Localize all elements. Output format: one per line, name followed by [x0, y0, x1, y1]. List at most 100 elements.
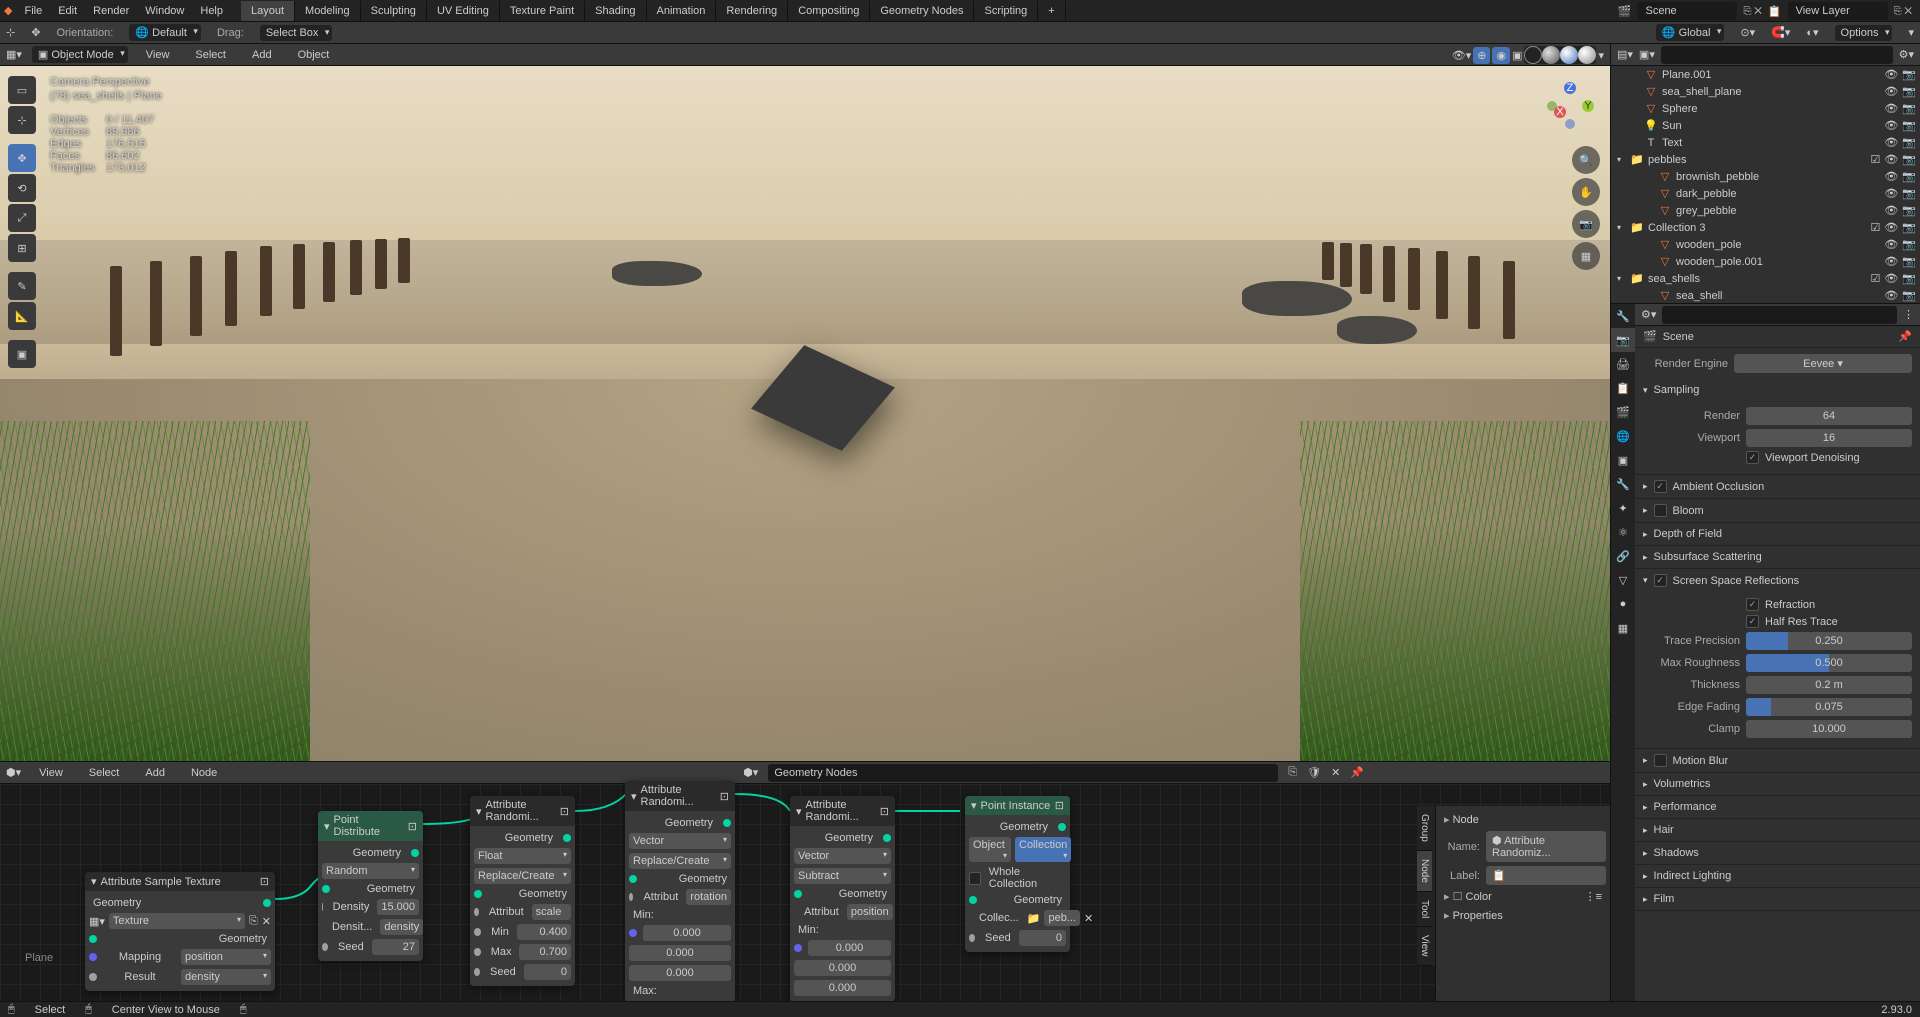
transform-orientation[interactable]: 🌐 Global	[1656, 24, 1725, 41]
tool-transform[interactable]: ⊞	[8, 234, 36, 262]
seed-value[interactable]: 27	[372, 939, 419, 955]
panel-film[interactable]: Film	[1635, 888, 1920, 910]
rnd2-v1[interactable]: 0.000	[643, 925, 731, 941]
viewport-samples[interactable]: 16	[1746, 429, 1912, 447]
shading-matprev-icon[interactable]	[1560, 46, 1578, 64]
ntab-tool[interactable]: Tool	[1417, 892, 1432, 927]
pin-icon[interactable]: 📌	[1898, 330, 1912, 343]
rnd1-type[interactable]: Float	[474, 848, 571, 864]
node-canvas[interactable]: Plane ▾Attribute Sample Texture⊡ Geometr…	[0, 784, 1610, 1001]
node-props-panel[interactable]: ▸ Properties	[1440, 906, 1606, 925]
tool-select-box[interactable]: ▭	[8, 76, 36, 104]
panel-dof[interactable]: Depth of Field	[1635, 523, 1920, 545]
visibility-toggle[interactable]: 👁	[1884, 136, 1898, 149]
ne-menu-view[interactable]: View	[31, 764, 71, 782]
rnd3-attr[interactable]: position	[847, 904, 893, 920]
node-name-field[interactable]: ⬢ Attribute Randomiz...	[1486, 831, 1606, 862]
outliner-search[interactable]	[1661, 46, 1893, 64]
scene-btns[interactable]: ⎘ ✕	[1743, 6, 1761, 17]
ptab-particle[interactable]: ✦	[1611, 496, 1635, 520]
node-attr-randomize-2[interactable]: ▾Attribute Randomi...⊡ Geometry Vector R…	[625, 781, 735, 1001]
rnd2-op[interactable]: Replace/Create	[629, 853, 731, 869]
shading-solid-icon[interactable]	[1542, 46, 1560, 64]
ptab-object[interactable]: ▣	[1611, 448, 1635, 472]
visibility-toggle[interactable]: 👁	[1884, 204, 1898, 217]
menu-help[interactable]: Help	[192, 2, 231, 20]
ptab-render[interactable]: 📷	[1611, 328, 1635, 352]
result-value[interactable]: density	[181, 969, 271, 985]
inst-collection[interactable]: Collection	[1015, 837, 1071, 862]
rnd2-v3[interactable]: 0.000	[629, 965, 731, 981]
node-attr-randomize-3[interactable]: ▾Attribute Randomi...⊡ Geometry Vector S…	[790, 796, 895, 1001]
visibility-toggle[interactable]: 📷	[1902, 119, 1916, 132]
outliner-item[interactable]: ▽wooden_pole.001👁📷	[1611, 253, 1920, 270]
outliner-item[interactable]: ▾📁sea_shells☑👁📷	[1611, 270, 1920, 287]
refraction-check[interactable]	[1746, 598, 1759, 611]
tool-measure[interactable]: 📐	[8, 302, 36, 330]
select-visible-icon[interactable]: 👁▾	[1452, 49, 1472, 62]
clamp-value[interactable]: 10.000	[1746, 720, 1912, 738]
tab-geometry-nodes[interactable]: Geometry Nodes	[870, 1, 974, 21]
vp-menu-add[interactable]: Add	[244, 46, 280, 64]
dup-icon[interactable]: ⎘	[249, 915, 258, 928]
visibility-toggle[interactable]: 👁	[1884, 255, 1898, 268]
visibility-toggle[interactable]: ☑	[1870, 221, 1880, 234]
rnd2-v2[interactable]: 0.000	[629, 945, 731, 961]
texture-dropdown[interactable]: Texture	[109, 913, 245, 929]
tab-uv-editing[interactable]: UV Editing	[427, 1, 500, 21]
ao-check[interactable]	[1654, 480, 1667, 493]
ne-menu-add[interactable]: Add	[137, 764, 173, 782]
rnd1-attr[interactable]: scale	[532, 904, 571, 920]
panel-shadows[interactable]: Shadows	[1635, 842, 1920, 864]
visibility-toggle[interactable]: 📷	[1902, 255, 1916, 268]
ptab-material[interactable]: ●	[1611, 592, 1635, 616]
outliner-item[interactable]: ▽Sphere👁📷	[1611, 100, 1920, 117]
outliner-item[interactable]: ▽brownish_pebble👁📷	[1611, 168, 1920, 185]
rnd1-min[interactable]: 0.400	[517, 924, 571, 940]
outliner-item[interactable]: ▽dark_pebble👁📷	[1611, 185, 1920, 202]
ptab-world[interactable]: 🌐	[1611, 424, 1635, 448]
ntab-group[interactable]: Group	[1417, 806, 1432, 851]
options-btn[interactable]: ▾	[1908, 26, 1914, 39]
ptab-physics[interactable]: ⚛	[1611, 520, 1635, 544]
dist-mode[interactable]: Random	[322, 863, 419, 879]
outliner-mode-icon[interactable]: ▣▾	[1639, 48, 1655, 61]
outliner-item[interactable]: ▾📁Collection 3☑👁📷	[1611, 219, 1920, 236]
visibility-toggle[interactable]: 👁	[1884, 272, 1898, 285]
ptab-output[interactable]: 🖨	[1611, 352, 1635, 376]
prop-options-icon[interactable]: ⋮	[1903, 308, 1914, 321]
tool-add-cube[interactable]: ▣	[8, 340, 36, 368]
rnd3-v3[interactable]: 0.000	[794, 980, 891, 996]
rnd1-seed[interactable]: 0	[524, 964, 571, 980]
ne-menu-select[interactable]: Select	[81, 764, 128, 782]
visibility-toggle[interactable]: 📷	[1902, 102, 1916, 115]
unlink-icon[interactable]: ✕	[262, 915, 271, 928]
tool-cursor[interactable]: ⊹	[8, 106, 36, 134]
node-attribute-sample-texture[interactable]: ▾Attribute Sample Texture⊡ Geometry ▦▾Te…	[85, 872, 275, 991]
outliner-item[interactable]: TText👁📷	[1611, 134, 1920, 151]
node-label-field[interactable]: 📋	[1486, 866, 1606, 885]
tool-scale[interactable]: ⤢	[8, 204, 36, 232]
ptab-modifier[interactable]: 🔧	[1611, 472, 1635, 496]
visibility-toggle[interactable]: 👁	[1884, 119, 1898, 132]
node-editor-type-icon[interactable]: ⬢▾	[6, 766, 21, 779]
visibility-toggle[interactable]: 📷	[1902, 187, 1916, 200]
camera-icon[interactable]: 📷	[1572, 210, 1600, 238]
nodetree-pin[interactable]: 📌	[1350, 766, 1364, 779]
tab-layout[interactable]: Layout	[241, 1, 295, 21]
ptab-data[interactable]: ▽	[1611, 568, 1635, 592]
edge-fading-slider[interactable]: 0.075	[1746, 698, 1912, 716]
visibility-toggle[interactable]: ☑	[1870, 272, 1880, 285]
rnd2-attr[interactable]: rotation	[686, 889, 731, 905]
outliner-item[interactable]: ▽wooden_pole👁📷	[1611, 236, 1920, 253]
panel-hair[interactable]: Hair	[1635, 819, 1920, 841]
xray-icon[interactable]: ▣	[1512, 49, 1522, 62]
zoom-icon[interactable]: 🔍	[1572, 146, 1600, 174]
render-samples[interactable]: 64	[1746, 407, 1912, 425]
menu-render[interactable]: Render	[85, 2, 137, 20]
panel-indirect[interactable]: Indirect Lighting	[1635, 865, 1920, 887]
tab-scripting[interactable]: Scripting	[974, 1, 1038, 21]
ntab-node[interactable]: Node	[1417, 851, 1432, 892]
filter-icon[interactable]: ⚙▾	[1899, 48, 1914, 61]
rnd3-v2[interactable]: 0.000	[794, 960, 891, 976]
